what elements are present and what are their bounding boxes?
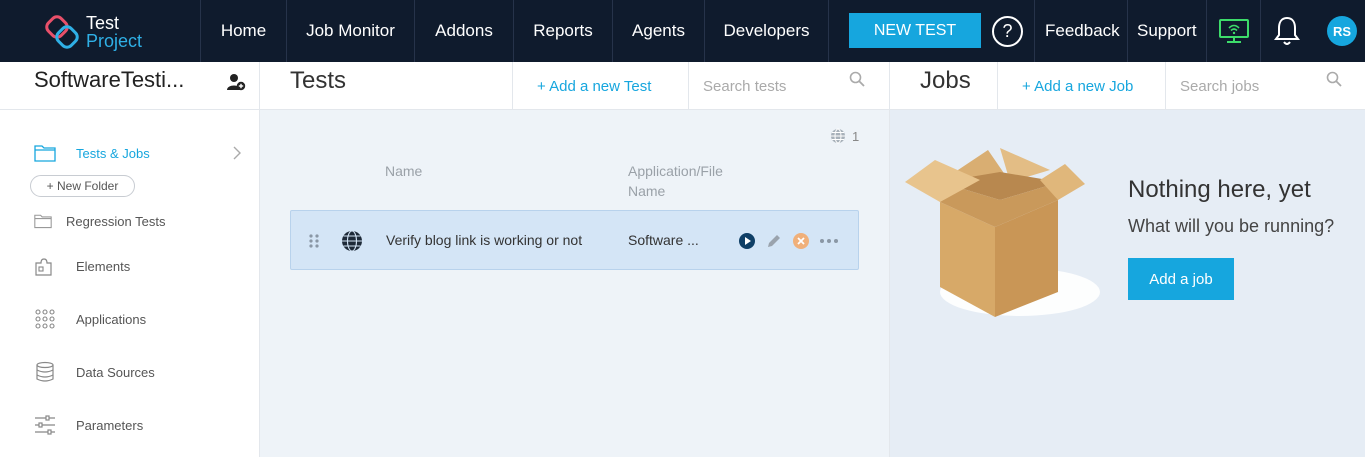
edit-pencil-icon[interactable]	[765, 232, 783, 250]
globe-icon	[831, 128, 845, 144]
column-header-name: Name	[385, 163, 423, 179]
empty-state-subtitle: What will you be running?	[1128, 216, 1335, 236]
testproject-logo[interactable]: Test Project	[44, 12, 184, 52]
search-icon[interactable]	[849, 71, 865, 87]
sidebar-item-label: Regression Tests	[66, 213, 166, 229]
delete-icon[interactable]	[792, 232, 810, 250]
search-tests-input[interactable]	[703, 77, 843, 95]
add-job-button[interactable]: Add a job	[1128, 258, 1234, 300]
logo-mark-icon	[45, 15, 79, 49]
grid-icon	[35, 309, 55, 329]
project-name[interactable]: SoftwareTesti...	[34, 67, 184, 93]
sidebar-item-label: Parameters	[76, 417, 144, 433]
search-tests-box	[688, 62, 889, 110]
nav-job-monitor[interactable]: Job Monitor	[286, 0, 414, 62]
user-avatar[interactable]: RS	[1327, 16, 1357, 46]
test-name[interactable]: Verify blog link is working or not	[386, 232, 582, 248]
jobs-header: Jobs + Add a new Job	[890, 62, 1365, 110]
sidebar-item-tests-jobs[interactable]: Tests & Jobs	[0, 138, 260, 168]
search-jobs-input[interactable]	[1180, 77, 1320, 95]
globe-icon	[342, 230, 362, 252]
project-header: SoftwareTesti...	[0, 62, 260, 110]
nav-divider	[1034, 0, 1035, 62]
test-application: Software ...	[628, 232, 699, 248]
folder-icon	[34, 214, 52, 229]
nav-developers[interactable]: Developers	[704, 0, 829, 62]
logo-line2: Project	[86, 31, 143, 51]
search-jobs-box	[1165, 62, 1365, 110]
jobs-panel: Jobs + Add a new Job Nothing here, yet W…	[889, 62, 1365, 457]
play-icon[interactable]	[738, 232, 756, 250]
empty-state-title: Nothing here, yet	[1128, 176, 1311, 203]
add-new-test-link[interactable]: + Add a new Test	[512, 62, 688, 110]
test-count: 1	[830, 128, 859, 144]
agent-status-icon[interactable]	[1218, 18, 1250, 44]
nav-home[interactable]: Home	[200, 0, 286, 62]
logo-text: Test Project	[86, 14, 142, 50]
sidebar-item-elements[interactable]: Elements	[0, 251, 260, 281]
puzzle-icon	[35, 258, 52, 276]
nav-reports[interactable]: Reports	[513, 0, 612, 62]
tests-header: Tests + Add a new Test	[260, 62, 889, 110]
sliders-icon	[35, 415, 55, 435]
sidebar-item-label: Tests & Jobs	[76, 145, 150, 161]
database-icon	[36, 361, 54, 382]
more-options-icon[interactable]	[819, 232, 839, 250]
sidebar-item-label: Applications	[76, 311, 147, 327]
sidebar-item-applications[interactable]: Applications	[0, 304, 260, 334]
sidebar-item-data-sources[interactable]: Data Sources	[0, 357, 260, 387]
tests-panel: Tests + Add a new Test 1 Name Applicatio…	[260, 62, 889, 457]
nav-divider	[1206, 0, 1207, 62]
new-test-button[interactable]: NEW TEST	[849, 13, 981, 48]
empty-box-illustration	[905, 148, 1100, 317]
tests-title: Tests	[290, 67, 347, 94]
bell-icon[interactable]	[1272, 14, 1302, 48]
add-user-icon[interactable]	[226, 72, 246, 92]
column-header-line: Application/File	[628, 163, 723, 179]
column-header-application: Application/File Name	[628, 161, 723, 201]
logo-line1: Test	[86, 13, 120, 33]
sidebar-item-label: Data Sources	[76, 364, 155, 380]
column-header-line: Name	[628, 183, 666, 199]
left-sidebar: SoftwareTesti... Tests & Jobs + New Fold…	[0, 62, 260, 457]
drag-handle-icon[interactable]	[308, 233, 320, 249]
table-row[interactable]: Verify blog link is working or not Softw…	[290, 210, 859, 270]
sidebar-item-parameters[interactable]: Parameters	[0, 410, 260, 440]
test-count-value: 1	[852, 128, 860, 144]
nav-divider	[1127, 0, 1128, 62]
add-new-job-link[interactable]: + Add a new Job	[997, 62, 1165, 110]
sidebar-item-regression-tests[interactable]: Regression Tests	[0, 206, 260, 236]
chevron-right-icon[interactable]	[232, 146, 242, 160]
search-icon[interactable]	[1326, 71, 1342, 87]
nav-divider	[1260, 0, 1261, 62]
jobs-title: Jobs	[920, 67, 971, 94]
feedback-link[interactable]: Feedback	[1045, 0, 1120, 62]
folder-icon	[34, 145, 56, 162]
nav-addons[interactable]: Addons	[414, 0, 513, 62]
top-navbar: Test Project Home Job Monitor Addons Rep…	[0, 0, 1365, 62]
sidebar-item-label: Elements	[76, 258, 131, 274]
nav-agents[interactable]: Agents	[612, 0, 704, 62]
support-link[interactable]: Support	[1137, 0, 1197, 62]
help-icon[interactable]: ?	[992, 16, 1023, 47]
new-folder-button[interactable]: + New Folder	[30, 175, 135, 197]
